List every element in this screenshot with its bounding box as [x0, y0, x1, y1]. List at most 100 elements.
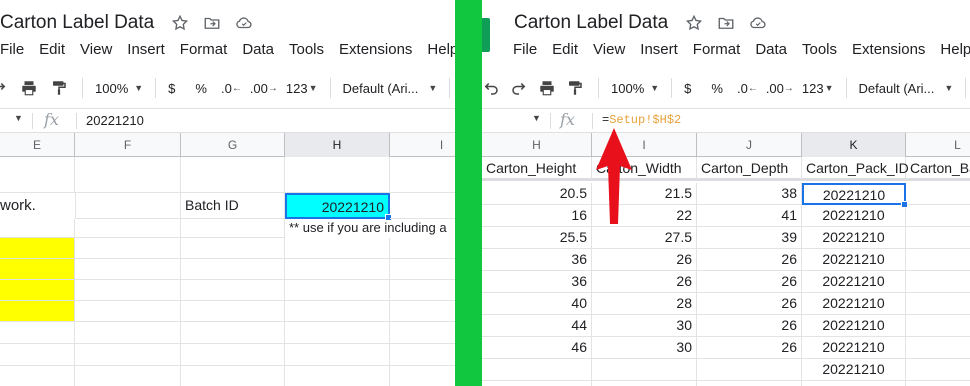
decrease-decimal-button[interactable]: .0 ← — [737, 81, 758, 96]
menu-data[interactable]: Data — [755, 41, 787, 63]
currency-format-button[interactable]: $ — [684, 81, 691, 96]
paint-format-icon[interactable] — [564, 77, 586, 99]
redo-icon[interactable] — [0, 77, 10, 99]
table-cell[interactable]: 20221210 — [802, 293, 906, 315]
column-header-g[interactable]: G — [181, 133, 285, 157]
menu-tools[interactable]: Tools — [802, 41, 837, 63]
grid-cell[interactable] — [181, 322, 285, 344]
grid-cell[interactable] — [75, 322, 181, 344]
menu-insert[interactable]: Insert — [127, 41, 165, 63]
batch-id-value-cell[interactable]: 20221210 — [285, 193, 390, 219]
table-cell[interactable]: 26 — [592, 249, 697, 271]
grid-cell[interactable] — [75, 157, 181, 193]
star-icon[interactable] — [170, 13, 190, 33]
table-cell[interactable]: 38 — [697, 183, 802, 205]
column-header-k[interactable]: K — [802, 133, 906, 157]
selected-cell[interactable]: 20221210 — [802, 183, 906, 205]
grid-cell[interactable] — [285, 259, 390, 280]
name-box-dropdown-icon[interactable]: ▼ — [14, 113, 23, 123]
table-cell[interactable]: 41 — [697, 205, 802, 227]
table-cell[interactable]: 16 — [482, 205, 592, 227]
table-cell[interactable]: 46 — [482, 337, 592, 359]
highlighted-cell[interactable] — [0, 301, 75, 322]
grid-cell[interactable] — [181, 259, 285, 280]
document-title[interactable]: Carton Label Data — [514, 12, 668, 34]
grid-cell[interactable] — [390, 366, 455, 386]
font-select[interactable]: Default (Ari... ▼ — [343, 81, 438, 96]
table-cell[interactable]: 39 — [697, 227, 802, 249]
star-icon[interactable] — [684, 13, 704, 33]
grid-cell[interactable] — [0, 157, 75, 193]
sheets-logo-icon[interactable] — [482, 18, 490, 52]
table-cell[interactable]: 30 — [592, 315, 697, 337]
font-select[interactable]: Default (Ari... ▼ — [859, 81, 954, 96]
grid-cell[interactable] — [0, 219, 75, 238]
menu-tools[interactable]: Tools — [289, 41, 324, 63]
grid-cell[interactable] — [906, 227, 970, 249]
grid-cell[interactable] — [75, 219, 181, 238]
table-cell[interactable] — [697, 359, 802, 381]
formula-input[interactable]: 20221210 — [86, 113, 144, 128]
table-cell[interactable] — [592, 359, 697, 381]
table-cell[interactable]: 20221210 — [802, 337, 906, 359]
print-icon[interactable] — [536, 77, 558, 99]
grid-cell[interactable] — [181, 344, 285, 366]
grid-cell[interactable] — [0, 344, 75, 366]
grid-cell[interactable] — [285, 322, 390, 344]
table-cell[interactable] — [592, 381, 697, 386]
redo-icon[interactable] — [508, 77, 530, 99]
grid-cell[interactable] — [75, 280, 181, 301]
menu-file[interactable]: File — [513, 41, 537, 63]
header-cell-carton-depth[interactable]: Carton_Depth — [697, 157, 802, 181]
column-header-h[interactable]: H — [285, 133, 390, 157]
table-cell[interactable]: 20221210 — [802, 359, 906, 381]
grid-cell[interactable] — [906, 315, 970, 337]
menu-extensions[interactable]: Extensions — [339, 41, 412, 63]
table-cell[interactable]: 20221210 — [802, 271, 906, 293]
menu-edit[interactable]: Edit — [39, 41, 65, 63]
column-header-h[interactable]: H — [482, 133, 592, 157]
undo-icon[interactable] — [482, 77, 502, 99]
grid-cell[interactable] — [390, 259, 455, 280]
grid-cell[interactable] — [390, 280, 455, 301]
grid-cell[interactable] — [906, 205, 970, 227]
fill-handle[interactable] — [901, 201, 908, 208]
grid-cell[interactable] — [906, 381, 970, 386]
table-cell[interactable]: 36 — [482, 271, 592, 293]
table-cell[interactable]: 20221210 — [802, 205, 906, 227]
menu-edit[interactable]: Edit — [552, 41, 578, 63]
menu-format[interactable]: Format — [693, 41, 741, 63]
print-icon[interactable] — [18, 77, 40, 99]
note-text-cell[interactable]: ** use if you are including a — [289, 220, 447, 235]
menu-file[interactable]: File — [0, 41, 24, 63]
table-cell[interactable]: 26 — [697, 337, 802, 359]
header-cell-carton-pack-id[interactable]: Carton_Pack_ID — [802, 157, 909, 181]
grid-cell[interactable] — [75, 344, 181, 366]
menu-data[interactable]: Data — [242, 41, 274, 63]
table-cell[interactable]: 20221210 — [802, 249, 906, 271]
cloud-status-icon[interactable] — [748, 13, 768, 33]
highlighted-cell[interactable] — [0, 238, 75, 259]
table-cell[interactable]: 40 — [482, 293, 592, 315]
grid-cell[interactable] — [285, 366, 390, 386]
table-cell[interactable] — [482, 381, 592, 386]
grid-cell[interactable] — [390, 301, 455, 322]
grid-cell[interactable] — [181, 301, 285, 322]
table-cell[interactable]: 26 — [697, 315, 802, 337]
name-box-dropdown-icon[interactable]: ▼ — [532, 113, 541, 123]
zoom-select[interactable]: 100% ▼ — [611, 81, 659, 96]
menu-view[interactable]: View — [80, 41, 112, 63]
grid-cell[interactable] — [390, 238, 455, 259]
grid-cell[interactable] — [390, 344, 455, 366]
move-folder-icon[interactable] — [202, 13, 222, 33]
table-cell[interactable]: 36 — [482, 249, 592, 271]
grid-cell[interactable] — [75, 259, 181, 280]
grid-cell[interactable] — [0, 366, 75, 386]
grid-cell[interactable] — [181, 157, 285, 193]
grid-cell[interactable] — [181, 366, 285, 386]
menu-help[interactable]: Help — [427, 41, 455, 63]
percent-format-button[interactable]: % — [711, 81, 723, 96]
grid-cell[interactable] — [285, 157, 390, 193]
table-cell[interactable]: 25.5 — [482, 227, 592, 249]
decrease-decimal-button[interactable]: .0 ← — [221, 81, 242, 96]
